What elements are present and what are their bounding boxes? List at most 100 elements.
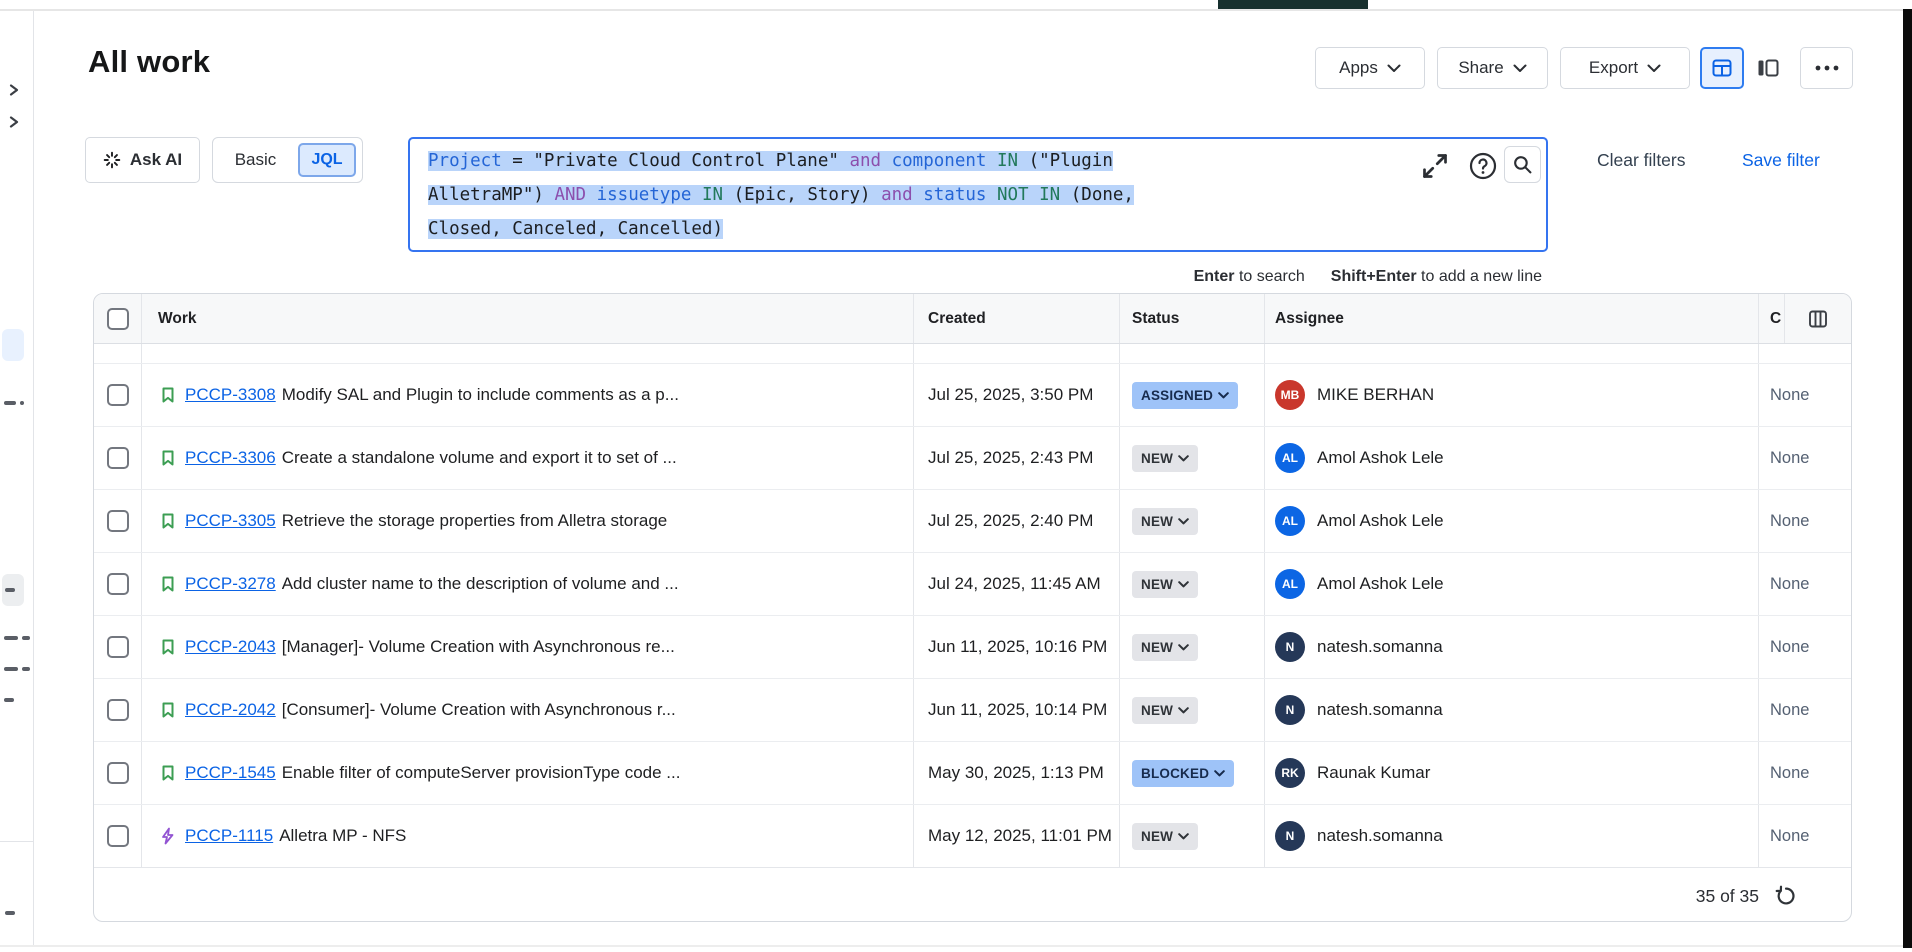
status-badge[interactable]: NEW xyxy=(1132,508,1198,535)
status-badge[interactable]: BLOCKED xyxy=(1132,760,1234,787)
issue-title[interactable]: Enable filter of computeServer provision… xyxy=(282,763,681,783)
chevron-down-icon xyxy=(1178,581,1189,588)
sidebar-item-fragment[interactable] xyxy=(4,636,18,640)
issue-title[interactable]: Retrieve the storage properties from All… xyxy=(282,511,668,531)
issue-key-link[interactable]: PCCP-1545 xyxy=(185,763,276,783)
avatar: N xyxy=(1275,695,1305,725)
story-icon xyxy=(158,763,178,783)
detail-view-toggle[interactable] xyxy=(1748,47,1788,89)
issue-key-link[interactable]: PCCP-3305 xyxy=(185,511,276,531)
issue-key-link[interactable]: PCCP-2042 xyxy=(185,700,276,720)
issue-title[interactable]: Alletra MP - NFS xyxy=(279,826,406,846)
created-date: Jul 24, 2025, 11:45 AM xyxy=(928,574,1101,594)
status-label: NEW xyxy=(1141,451,1173,466)
export-button[interactable]: Export xyxy=(1560,47,1690,89)
sidebar-item-active[interactable] xyxy=(2,329,24,361)
chevron-down-icon xyxy=(1387,64,1401,73)
save-filter-button[interactable]: Save filter xyxy=(1742,150,1820,171)
select-all-checkbox[interactable] xyxy=(107,308,129,330)
share-button-label: Share xyxy=(1458,58,1503,78)
column-settings-button[interactable] xyxy=(1785,294,1851,343)
chevron-down-icon xyxy=(1214,770,1225,777)
apps-button[interactable]: Apps xyxy=(1315,47,1425,89)
search-hints: Enter to searchShift+Enter to add a new … xyxy=(408,268,1548,286)
sidebar-item-fragment[interactable] xyxy=(4,698,14,702)
created-date: May 30, 2025, 1:13 PM xyxy=(928,763,1104,783)
issue-title[interactable]: Modify SAL and Plugin to include comment… xyxy=(282,385,679,405)
story-icon xyxy=(158,511,178,531)
row-checkbox[interactable] xyxy=(107,510,129,532)
issue-key-link[interactable]: PCCP-3308 xyxy=(185,385,276,405)
avatar: AL xyxy=(1275,443,1305,473)
basic-mode-tab[interactable]: Basic xyxy=(213,150,298,170)
sidebar-item-fragment[interactable] xyxy=(20,401,24,405)
chevron-right-icon[interactable] xyxy=(7,83,21,97)
status-badge[interactable]: NEW xyxy=(1132,445,1198,472)
extra-field-value: None xyxy=(1770,386,1809,405)
table-body: PCCP-3308 Modify SAL and Plugin to inclu… xyxy=(94,364,1851,868)
status-label: NEW xyxy=(1141,829,1173,844)
table-row: PCCP-3306 Create a standalone volume and… xyxy=(94,427,1851,490)
status-label: NEW xyxy=(1141,640,1173,655)
issue-key-link[interactable]: PCCP-3306 xyxy=(185,448,276,468)
status-badge[interactable]: NEW xyxy=(1132,823,1198,850)
sidebar-item-fragment[interactable] xyxy=(5,911,15,915)
sidebar-item-fragment[interactable] xyxy=(22,636,30,640)
story-icon xyxy=(158,385,178,405)
clear-filters-button[interactable]: Clear filters xyxy=(1597,150,1686,171)
table-row: PCCP-1115 Alletra MP - NFS May 12, 2025,… xyxy=(94,805,1851,868)
issue-key-link[interactable]: PCCP-2043 xyxy=(185,637,276,657)
assignee-name: Amol Ashok Lele xyxy=(1317,448,1444,468)
chevron-right-icon[interactable] xyxy=(7,115,21,129)
assignee-name: natesh.somanna xyxy=(1317,637,1443,657)
search-button[interactable] xyxy=(1504,146,1541,183)
row-checkbox[interactable] xyxy=(107,447,129,469)
status-label: NEW xyxy=(1141,703,1173,718)
expand-icon[interactable] xyxy=(1420,151,1450,181)
issue-title[interactable]: Add cluster name to the description of v… xyxy=(282,574,679,594)
status-badge[interactable]: ASSIGNED xyxy=(1132,382,1238,409)
help-icon[interactable] xyxy=(1468,151,1498,181)
chevron-down-icon xyxy=(1178,455,1189,462)
share-button[interactable]: Share xyxy=(1437,47,1548,89)
ask-ai-button[interactable]: Ask AI xyxy=(85,137,200,183)
avatar: MB xyxy=(1275,380,1305,410)
extra-field-value: None xyxy=(1770,827,1809,846)
sidebar-divider xyxy=(0,841,34,842)
sidebar-item-fragment[interactable] xyxy=(5,588,15,592)
table-row: PCCP-3308 Modify SAL and Plugin to inclu… xyxy=(94,364,1851,427)
list-view-toggle[interactable] xyxy=(1700,47,1744,89)
row-checkbox[interactable] xyxy=(107,573,129,595)
avatar: N xyxy=(1275,821,1305,851)
status-badge[interactable]: NEW xyxy=(1132,634,1198,661)
issue-title[interactable]: [Consumer]- Volume Creation with Asynchr… xyxy=(282,700,676,720)
jql-mode-tab[interactable]: JQL xyxy=(298,143,356,177)
status-badge[interactable]: NEW xyxy=(1132,571,1198,598)
jql-input[interactable]: Project = "Private Cloud Control Plane" … xyxy=(408,137,1548,252)
chevron-down-icon xyxy=(1178,518,1189,525)
assignee-name: natesh.somanna xyxy=(1317,826,1443,846)
row-checkbox[interactable] xyxy=(107,699,129,721)
extra-field-value: None xyxy=(1770,575,1809,594)
refresh-button[interactable] xyxy=(1773,883,1799,909)
query-mode-switch: Basic JQL xyxy=(212,137,363,183)
hint-shift-enter-text: to add a new line xyxy=(1417,268,1542,285)
issue-key-link[interactable]: PCCP-1115 xyxy=(185,826,273,846)
more-icon xyxy=(1815,65,1839,71)
story-icon xyxy=(158,448,178,468)
sidebar-item-fragment[interactable] xyxy=(4,401,16,405)
chevron-down-icon xyxy=(1178,707,1189,714)
more-actions-button[interactable] xyxy=(1800,47,1853,89)
sidebar-item-fragment[interactable] xyxy=(22,667,30,671)
status-badge[interactable]: NEW xyxy=(1132,697,1198,724)
status-label: NEW xyxy=(1141,514,1173,529)
row-checkbox[interactable] xyxy=(107,384,129,406)
issue-title[interactable]: Create a standalone volume and export it… xyxy=(282,448,677,468)
row-checkbox[interactable] xyxy=(107,636,129,658)
page-title: All work xyxy=(88,44,210,80)
row-checkbox[interactable] xyxy=(107,762,129,784)
row-checkbox[interactable] xyxy=(107,825,129,847)
sidebar-item-fragment[interactable] xyxy=(4,667,18,671)
issue-title[interactable]: [Manager]- Volume Creation with Asynchro… xyxy=(282,637,675,657)
issue-key-link[interactable]: PCCP-3278 xyxy=(185,574,276,594)
